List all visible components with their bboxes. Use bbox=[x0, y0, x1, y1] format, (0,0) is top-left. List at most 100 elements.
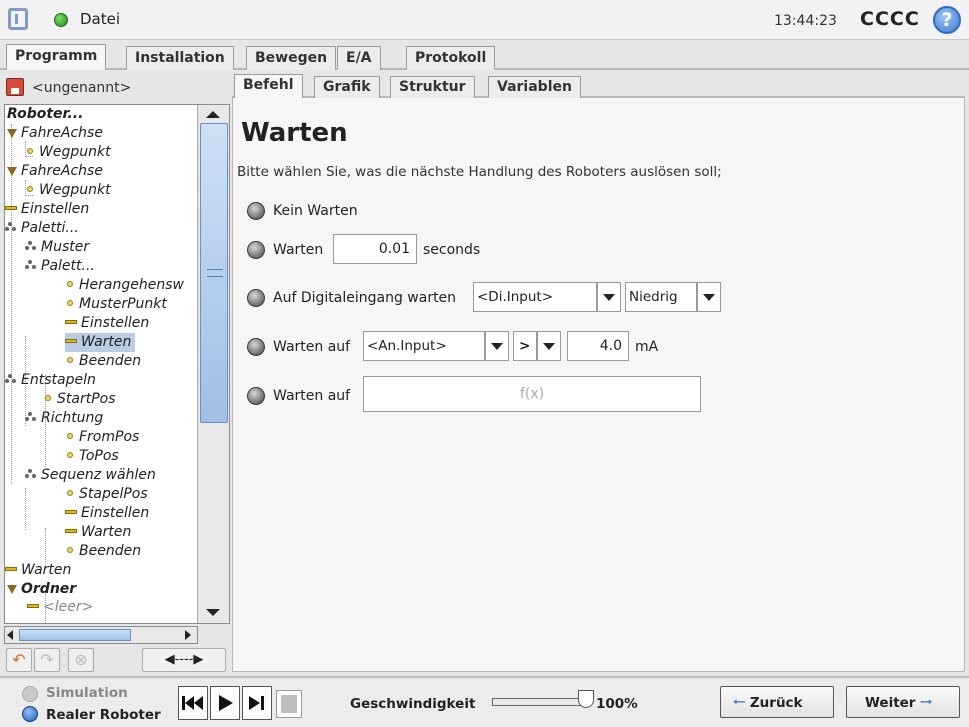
option-label-analog: Warten auf bbox=[273, 339, 351, 355]
operator-select[interactable]: > bbox=[513, 331, 537, 361]
tab-grafik[interactable]: Grafik bbox=[314, 76, 380, 98]
radio-digital-input[interactable] bbox=[247, 289, 265, 307]
tree-node[interactable]: Einstellen bbox=[65, 504, 149, 523]
tree-node[interactable]: Herangehensw bbox=[67, 276, 184, 295]
speed-percent: 100% bbox=[596, 696, 638, 712]
scroll-left-icon[interactable] bbox=[7, 630, 13, 640]
folder-icon bbox=[7, 585, 17, 594]
tree-node-robot[interactable]: Roboter... bbox=[7, 105, 83, 124]
radio-no-wait[interactable] bbox=[247, 202, 265, 220]
waypoint-icon bbox=[45, 395, 51, 401]
chevron-down-icon[interactable] bbox=[697, 282, 721, 312]
speed-slider-thumb[interactable] bbox=[578, 690, 594, 708]
tab-befehl[interactable]: Befehl bbox=[234, 74, 303, 98]
next-button[interactable]: Weiter 🠂 bbox=[846, 686, 960, 718]
tab-variablen[interactable]: Variablen bbox=[488, 76, 581, 98]
tree-node-empty[interactable]: <leer> bbox=[27, 598, 93, 617]
simulation-mode[interactable]: Simulation bbox=[46, 685, 128, 701]
tab-ea[interactable]: E/A bbox=[337, 46, 381, 70]
tree-node[interactable]: Wegpunkt bbox=[27, 181, 111, 200]
tree-node-folder[interactable]: Ordner bbox=[7, 580, 76, 599]
real-robot-icon[interactable] bbox=[22, 706, 38, 722]
tab-installation[interactable]: Installation bbox=[126, 46, 234, 70]
digital-level-select[interactable]: Niedrig bbox=[625, 282, 697, 312]
play-icon[interactable] bbox=[210, 686, 240, 720]
pallet-icon bbox=[25, 260, 37, 270]
tree-node[interactable]: Palett... bbox=[25, 257, 95, 276]
tree-node[interactable]: FromPos bbox=[67, 428, 139, 447]
radio-expression[interactable] bbox=[247, 387, 265, 405]
redo-icon[interactable]: ↷ bbox=[34, 648, 60, 672]
analog-value-field[interactable]: 4.0 bbox=[567, 331, 629, 361]
tree-node[interactable]: StartPos bbox=[45, 390, 116, 409]
back-button[interactable]: 🠀 Zurück bbox=[720, 686, 834, 718]
waypoint-icon bbox=[27, 186, 33, 192]
command-icon bbox=[5, 567, 17, 571]
tree-node[interactable]: Richtung bbox=[25, 409, 103, 428]
arrow-left-icon: 🠀 bbox=[733, 693, 746, 711]
rewind-icon[interactable] bbox=[178, 686, 208, 720]
scroll-thumb[interactable] bbox=[19, 629, 131, 641]
command-icon bbox=[5, 206, 17, 210]
chevron-down-icon[interactable] bbox=[485, 331, 509, 361]
digital-input-select[interactable]: <Di.Input> bbox=[473, 282, 597, 312]
command-content: Befehl Grafik Struktur Variablen Warten … bbox=[232, 74, 965, 672]
wait-time-field[interactable]: 0.01 bbox=[333, 234, 417, 264]
tree-horizontal-scrollbar[interactable] bbox=[4, 626, 198, 644]
speed-label: Geschwindigkeit bbox=[350, 696, 476, 712]
move-node-icon[interactable]: ◀----▶ bbox=[142, 648, 226, 672]
scroll-thumb[interactable] bbox=[200, 123, 228, 423]
radio-analog-input[interactable] bbox=[247, 338, 265, 356]
tree-node[interactable]: Warten bbox=[5, 561, 71, 580]
tree-vertical-scrollbar[interactable] bbox=[197, 105, 229, 623]
file-menu[interactable]: Datei bbox=[80, 10, 120, 28]
real-robot-mode[interactable]: Realer Roboter bbox=[46, 707, 161, 723]
chevron-down-icon[interactable] bbox=[537, 331, 561, 361]
tab-struktur[interactable]: Struktur bbox=[390, 76, 475, 98]
tree-node-selected[interactable]: Warten bbox=[65, 333, 136, 352]
command-icon bbox=[65, 529, 77, 533]
tree-node[interactable]: FahreAchse bbox=[7, 162, 103, 181]
tree-node[interactable]: ToPos bbox=[67, 447, 119, 466]
stop-icon[interactable] bbox=[276, 690, 302, 718]
analog-input-select[interactable]: <An.Input> bbox=[363, 331, 485, 361]
move-icon bbox=[7, 167, 17, 176]
tree-node[interactable]: Beenden bbox=[67, 352, 141, 371]
simulation-icon[interactable] bbox=[22, 686, 38, 702]
tree-node[interactable]: Beenden bbox=[67, 542, 141, 561]
tree-node[interactable]: Sequenz wählen bbox=[25, 466, 156, 485]
tab-programm[interactable]: Programm bbox=[6, 44, 107, 70]
tree-node[interactable]: Muster bbox=[25, 238, 89, 257]
option-label-expression: Warten auf bbox=[273, 388, 351, 404]
command-icon bbox=[65, 510, 77, 514]
save-icon[interactable] bbox=[6, 78, 24, 96]
tree-node[interactable]: Paletti... bbox=[5, 219, 79, 238]
waypoint-icon bbox=[67, 452, 73, 458]
tab-bewegen[interactable]: Bewegen bbox=[246, 46, 337, 70]
option-label-no-wait: Kein Warten bbox=[273, 203, 358, 219]
waypoint-icon bbox=[67, 357, 73, 363]
undo-icon[interactable]: ↶ bbox=[6, 648, 32, 672]
expression-field[interactable]: f(x) bbox=[363, 376, 701, 412]
delete-icon[interactable]: ⊗ bbox=[68, 648, 94, 672]
bottom-bar: Simulation Realer Roboter Geschwindigkei… bbox=[0, 676, 969, 727]
tree-node[interactable]: StapelPos bbox=[67, 485, 148, 504]
tree-node[interactable]: Warten bbox=[65, 523, 131, 542]
tree-node[interactable]: FahreAchse bbox=[7, 124, 103, 143]
speed-slider[interactable] bbox=[492, 698, 586, 706]
tree-node[interactable]: Wegpunkt bbox=[27, 143, 111, 162]
step-icon[interactable] bbox=[242, 686, 272, 720]
tree-node[interactable]: Einstellen bbox=[65, 314, 149, 333]
scroll-right-icon[interactable] bbox=[185, 630, 191, 640]
tree-node[interactable]: Einstellen bbox=[5, 200, 89, 219]
scroll-down-icon[interactable] bbox=[206, 609, 220, 616]
radio-wait-time[interactable] bbox=[247, 241, 265, 259]
page-description: Bitte wählen Sie, was die nächste Handlu… bbox=[237, 164, 722, 180]
file-bar: <ungenannt> bbox=[4, 74, 230, 102]
tree-node[interactable]: Entstapeln bbox=[5, 371, 96, 390]
chevron-down-icon[interactable] bbox=[597, 282, 621, 312]
tab-protokoll[interactable]: Protokoll bbox=[406, 46, 496, 70]
scroll-up-icon[interactable] bbox=[206, 111, 220, 118]
tree-node[interactable]: MusterPunkt bbox=[67, 295, 167, 314]
help-icon[interactable]: ? bbox=[933, 6, 961, 34]
